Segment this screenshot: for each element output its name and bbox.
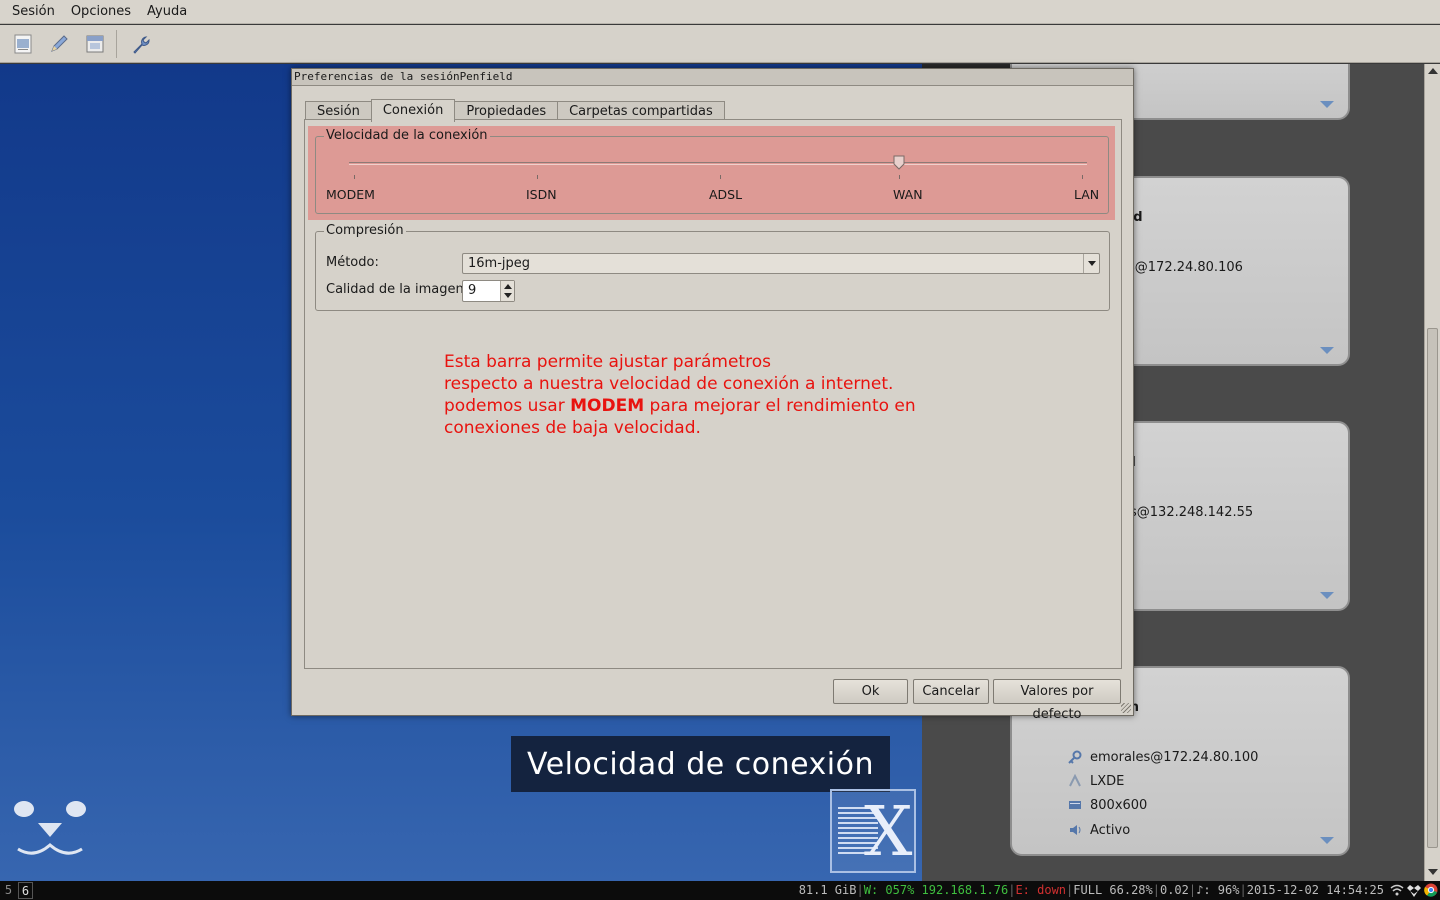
tick-adsl (720, 175, 721, 179)
caption-banner: Velocidad de conexión (511, 736, 890, 792)
session-user: es@132.248.142.55 (1122, 505, 1254, 520)
spin-up-icon[interactable] (504, 284, 512, 289)
speed-label-wan[interactable]: WAN (893, 187, 923, 202)
speed-label-adsl[interactable]: ADSL (709, 187, 742, 202)
spin-down-icon[interactable] (504, 293, 512, 298)
workspace-5[interactable]: 5 (1, 882, 16, 899)
menu-ayuda[interactable]: Ayuda (139, 0, 195, 24)
chevron-down-icon[interactable] (1320, 592, 1334, 599)
compression-groupbox: Compresión Método: 16m-jpeg Calidad de l… (315, 223, 1110, 311)
speed-slider-track[interactable] (349, 162, 1087, 165)
edit-session-icon (51, 34, 68, 52)
speed-group-title: Velocidad de la conexión (324, 128, 490, 144)
dialog-title: Preferencias de la sesiónPenfield (292, 69, 1133, 86)
menu-opciones[interactable]: Opciones (63, 0, 139, 24)
tick-isdn (537, 175, 538, 179)
note-line-3: podemos usar MODEM para mejorar el rendi… (444, 396, 916, 416)
defaults-button[interactable]: Valores por defecto (993, 679, 1121, 722)
tick-wan (899, 175, 900, 179)
chevron-down-icon[interactable] (1320, 101, 1334, 108)
workspace-6[interactable]: 6 (18, 882, 33, 899)
settings-button[interactable] (125, 29, 155, 59)
session-user: emorales@172.24.80.100 (1090, 750, 1259, 765)
quality-spinbox[interactable]: 9 (462, 280, 515, 302)
quality-label: Calidad de la imagen: (326, 282, 469, 297)
method-value: 16m-jpeg (468, 256, 531, 271)
note-line-1: Esta barra permite ajustar parámetros (444, 352, 771, 372)
compression-group-title: Compresión (324, 223, 406, 239)
new-session-icon (14, 34, 32, 53)
session-resolution: 800x600 (1090, 798, 1148, 813)
menu-sesion[interactable]: Sesión (4, 0, 63, 24)
system-tray (1390, 883, 1438, 897)
method-label: Método: (326, 255, 379, 270)
session-desktop: LXDE (1090, 774, 1125, 789)
wifi-signal-icon[interactable] (1390, 883, 1404, 897)
connection-tab-panel: Velocidad de la conexión MODEM ISDN ADSL… (304, 119, 1122, 669)
quality-value[interactable]: 9 (468, 283, 476, 298)
key-icon (1068, 750, 1082, 764)
session-preferences-dialog: Preferencias de la sesiónPenfield Sesión… (291, 68, 1134, 722)
speed-slider-handle[interactable] (893, 155, 905, 170)
display-icon (1069, 801, 1081, 809)
scroll-up-arrow-icon[interactable] (1428, 68, 1438, 74)
menubar: Sesión Opciones Ayuda (0, 0, 1440, 24)
chevron-down-icon[interactable] (1083, 254, 1099, 273)
speaker-icon (1070, 825, 1081, 835)
speed-label-isdn[interactable]: ISDN (526, 187, 557, 202)
status-info: 81.1 GiB|W: 057% 192.168.1.76|E: down|FU… (798, 883, 1384, 897)
scroll-thumb[interactable] (1427, 328, 1438, 848)
scroll-down-arrow-icon[interactable] (1428, 869, 1438, 875)
speed-label-modem[interactable]: MODEM (326, 187, 375, 202)
note-line-2: respecto a nuestra velocidad de conexión… (444, 374, 894, 394)
status-load: 0.02 (1159, 883, 1189, 897)
resize-grip-icon[interactable] (1121, 703, 1131, 713)
method-combobox[interactable]: 16m-jpeg (462, 253, 1100, 274)
ok-button[interactable]: Ok (833, 679, 908, 704)
annotation-note: Esta barra permite ajustar parámetros re… (444, 351, 1004, 439)
session-user: es@172.24.80.106 (1120, 260, 1243, 275)
status-ethernet: E: down (1015, 883, 1067, 897)
toolbar-separator (116, 29, 117, 58)
status-wifi: W: 057% 192.168.1.76 (863, 883, 1009, 897)
chevron-down-icon[interactable] (1320, 347, 1334, 354)
chrome-icon[interactable] (1424, 883, 1438, 897)
settings-wrench-icon (133, 35, 150, 54)
desktop-env-icon (1069, 774, 1081, 787)
tick-modem (354, 175, 355, 179)
cancel-button[interactable]: Cancelar (913, 679, 989, 704)
status-bar: 5 6 81.1 GiB|W: 057% 192.168.1.76|E: dow… (0, 881, 1440, 900)
status-battery: FULL 66.28% (1073, 883, 1153, 897)
speed-groupbox: Velocidad de la conexión MODEM ISDN ADSL… (315, 128, 1109, 214)
dropbox-icon[interactable] (1407, 883, 1421, 897)
status-volume: ♪: 96% (1196, 883, 1240, 897)
new-session-button[interactable] (8, 29, 38, 59)
edit-session-button[interactable] (44, 29, 74, 59)
copy-session-icon (86, 35, 104, 52)
tab-conexion[interactable]: Conexión (370, 99, 456, 122)
copy-session-button[interactable] (80, 29, 110, 59)
speed-label-lan[interactable]: LAN (1074, 187, 1099, 202)
status-disk: 81.1 GiB (798, 883, 857, 897)
session-status: Activo (1090, 823, 1131, 838)
note-line-4: conexiones de baja velocidad. (444, 418, 701, 438)
status-datetime: 2015-12-02 14:54:25 (1246, 883, 1384, 897)
tick-lan (1082, 175, 1083, 179)
chevron-down-icon[interactable] (1320, 837, 1334, 844)
vertical-scrollbar[interactable] (1424, 64, 1440, 881)
toolbar (0, 25, 1440, 63)
panda-logo-icon (14, 801, 86, 855)
x2go-logo-icon: X (830, 789, 916, 873)
